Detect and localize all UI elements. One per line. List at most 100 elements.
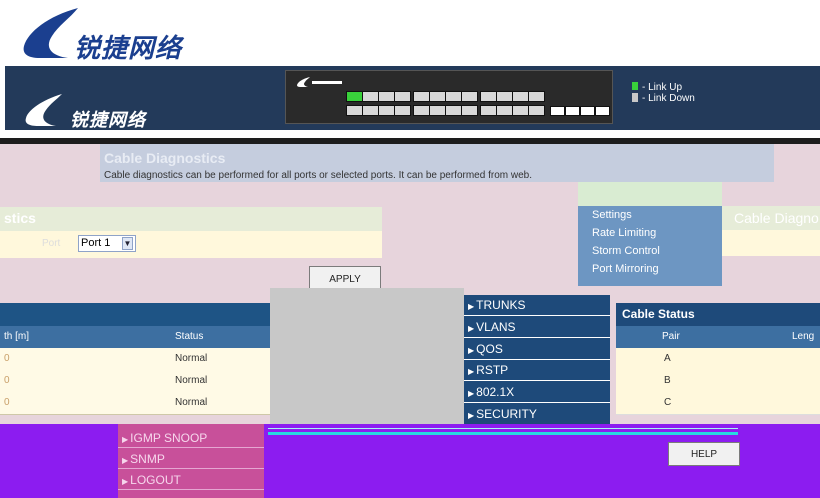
ethernet-port-icon (378, 105, 395, 116)
sfp-port-icon (595, 106, 610, 116)
form-header (0, 207, 382, 231)
bottom-nav: ▶ IGMP SNOOP ▶ SNMP ▶ LOGOUT (118, 424, 264, 498)
pair-value: B (664, 375, 671, 386)
triangle-right-icon: ▶ (122, 435, 129, 444)
menu-item-port-mirroring[interactable]: Port Mirroring (592, 263, 659, 275)
nav-item-logout[interactable]: ▶ LOGOUT (118, 470, 264, 490)
menu-item-storm-control[interactable]: Storm Control (592, 245, 660, 257)
port-label: Port (42, 238, 61, 249)
nav-item-8021x[interactable]: ▶ 802.1X (464, 382, 610, 403)
ethernet-port-icon (362, 91, 379, 102)
result-table-columns: th [m] Status (0, 326, 270, 348)
table-row: 0 Normal (0, 392, 270, 415)
ethernet-port-icon (378, 91, 395, 102)
row-length: 0 (4, 397, 10, 408)
column-length: th [m] (4, 331, 30, 342)
main-nav: ▶ TRUNKS ▶ VLANS ▶ QOS ▶ RSTP ▶ 802.1X ▶ SECUR… (464, 295, 610, 425)
nav-item-security[interactable]: ▶ SECURITY (464, 404, 610, 425)
ethernet-port-icon (480, 105, 497, 116)
page-title: Cable Diagnostics (104, 150, 226, 166)
ethernet-port-icon (394, 105, 411, 116)
result-table-header (0, 303, 270, 326)
right-panel-title: Cable Diagno (734, 210, 819, 226)
triangle-right-icon: ▶ (468, 411, 475, 420)
ethernet-port-icon (512, 105, 529, 116)
ethernet-port-icon (496, 105, 513, 116)
port-submenu: Settings Rate Limiting Storm Control Por… (578, 206, 722, 286)
overlay-panel (270, 288, 464, 424)
column-status: Status (175, 331, 204, 342)
link-down-swatch (632, 93, 638, 102)
ethernet-port-icon (445, 91, 462, 102)
pair-value: C (664, 397, 672, 408)
nav-item-vlans[interactable]: ▶ VLANS (464, 317, 610, 338)
row-status: Normal (175, 375, 208, 386)
ethernet-port-icon (461, 91, 478, 102)
ethernet-port-icon (346, 91, 363, 102)
ethernet-port-icon (394, 91, 411, 102)
ethernet-port-icon (528, 105, 545, 116)
pair-value: A (664, 353, 671, 364)
ethernet-port-icon (528, 91, 545, 102)
triangle-right-icon: ▶ (468, 302, 475, 311)
ethernet-port-icon (512, 91, 529, 102)
ethernet-port-icon (429, 91, 446, 102)
sfp-port-icon (565, 106, 580, 116)
nav-item-snmp[interactable]: ▶ SNMP (118, 449, 264, 469)
nav-item-label: QOS (476, 342, 503, 356)
triangle-right-icon: ▶ (122, 456, 129, 465)
triangle-right-icon: ▶ (122, 477, 129, 486)
ethernet-port-icon (413, 105, 430, 116)
chevron-down-icon: ▼ (122, 237, 133, 250)
link-down-label: - Link Down (642, 93, 695, 104)
row-status: Normal (175, 353, 208, 364)
switch-front-panel (285, 70, 613, 124)
menu-top-strip (578, 182, 722, 206)
switch-logo-icon (297, 77, 342, 87)
nav-item-qos[interactable]: ▶ QOS (464, 339, 610, 360)
triangle-right-icon: ▶ (468, 367, 475, 376)
menu-item-settings[interactable]: Settings (592, 209, 632, 221)
form-header-title: stics (4, 210, 36, 226)
nav-item-igmp-snoop[interactable]: ▶ IGMP SNOOP (118, 428, 264, 448)
triangle-right-icon: ▶ (468, 389, 475, 398)
nav-item-label: RSTP (476, 363, 509, 377)
table-row: 0 Normal (0, 348, 270, 371)
nav-item-label: 802.1X (476, 385, 515, 399)
nav-item-label: TRUNKS (476, 298, 526, 312)
ethernet-port-icon (362, 105, 379, 116)
row-status: Normal (175, 397, 208, 408)
column-pair: Pair (662, 331, 680, 342)
nav-item-label: SECURITY (476, 407, 537, 421)
column-length: Leng (792, 331, 815, 342)
ethernet-port-icon (346, 105, 363, 116)
table-row: B (616, 370, 820, 393)
brand-logo-text: 锐捷网络 (74, 34, 183, 64)
nav-item-label: SNMP (130, 452, 165, 466)
sfp-port-icon (550, 106, 565, 116)
triangle-right-icon: ▶ (468, 324, 475, 333)
ethernet-port-icon (413, 91, 430, 102)
nav-item-trunks[interactable]: ▶ TRUNKS (464, 295, 610, 316)
nav-item-label: VLANS (476, 320, 516, 334)
ethernet-port-icon (480, 91, 497, 102)
link-up-swatch (632, 82, 638, 90)
cable-status-columns: Pair Leng (616, 326, 820, 348)
port-select[interactable]: Port 1 ▼ (78, 235, 136, 252)
row-length: 0 (4, 375, 10, 386)
help-button[interactable]: HELP (668, 442, 740, 466)
ethernet-port-icon (445, 105, 462, 116)
page-description: Cable diagnostics can be performed for a… (104, 170, 532, 181)
header-logo-text: 锐捷网络 (70, 110, 146, 131)
cable-status-title: Cable Status (622, 307, 695, 321)
menu-item-rate-limiting[interactable]: Rate Limiting (592, 227, 656, 239)
nav-item-label: LOGOUT (130, 473, 181, 487)
right-panel-row (722, 230, 820, 256)
divider (268, 432, 738, 435)
header-separator (5, 130, 820, 138)
row-length: 0 (4, 353, 10, 364)
table-row: C (616, 392, 820, 415)
sfp-port-icon (580, 106, 595, 116)
ethernet-port-icon (461, 105, 478, 116)
nav-item-rstp[interactable]: ▶ RSTP (464, 360, 610, 381)
